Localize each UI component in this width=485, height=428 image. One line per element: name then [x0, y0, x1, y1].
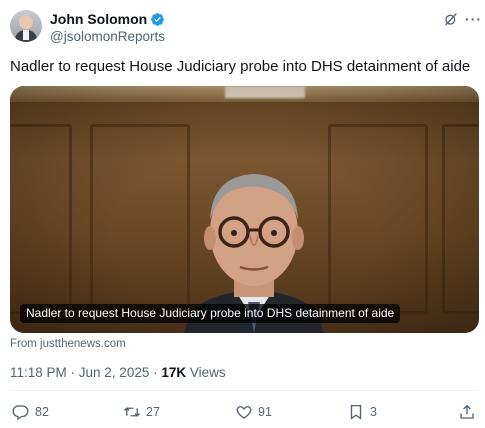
share-button[interactable] [458, 402, 481, 422]
reply-icon [12, 405, 29, 421]
tweet-header: John Solomon @jsolomonReports ··· [10, 10, 481, 46]
verified-badge-icon [151, 13, 165, 26]
reply-count: 82 [35, 405, 49, 419]
action-bar: 82 27 91 3 [10, 402, 478, 424]
media-caption: Nadler to request House Judiciary probe … [20, 304, 401, 323]
like-button[interactable]: 91 [235, 402, 272, 422]
more-options-icon[interactable]: ··· [465, 11, 481, 27]
author-display-name[interactable]: John Solomon [50, 11, 147, 28]
views-count: 17K [161, 365, 187, 380]
divider [10, 390, 478, 391]
like-count: 91 [258, 405, 272, 419]
bookmark-count: 3 [370, 405, 377, 419]
link-source[interactable]: From justthenews.com [10, 337, 126, 351]
reply-button[interactable]: 82 [12, 402, 49, 422]
bookmark-icon [350, 404, 362, 420]
author-name-row[interactable]: John Solomon [50, 11, 165, 28]
views-label: Views [186, 365, 226, 380]
share-icon [460, 404, 474, 419]
repost-count: 27 [146, 405, 160, 419]
tweet-timestamp[interactable]: 11:18 PM · Jun 2, 2025 · [10, 365, 161, 380]
tweet-text: Nadler to request House Judiciary probe … [10, 58, 471, 75]
author-avatar[interactable] [10, 10, 42, 42]
heart-icon [236, 406, 252, 419]
repost-button[interactable]: 27 [123, 402, 160, 422]
author-handle[interactable]: @jsolomonReports [50, 28, 165, 45]
media-card[interactable]: Nadler to request House Judiciary probe … [10, 86, 479, 333]
tweet-meta: 11:18 PM · Jun 2, 2025 · 17K Views [10, 364, 226, 381]
avatar-shirt [23, 30, 29, 40]
bookmark-button[interactable]: 3 [347, 402, 377, 422]
grok-icon[interactable] [443, 11, 459, 27]
repost-icon [124, 407, 140, 417]
